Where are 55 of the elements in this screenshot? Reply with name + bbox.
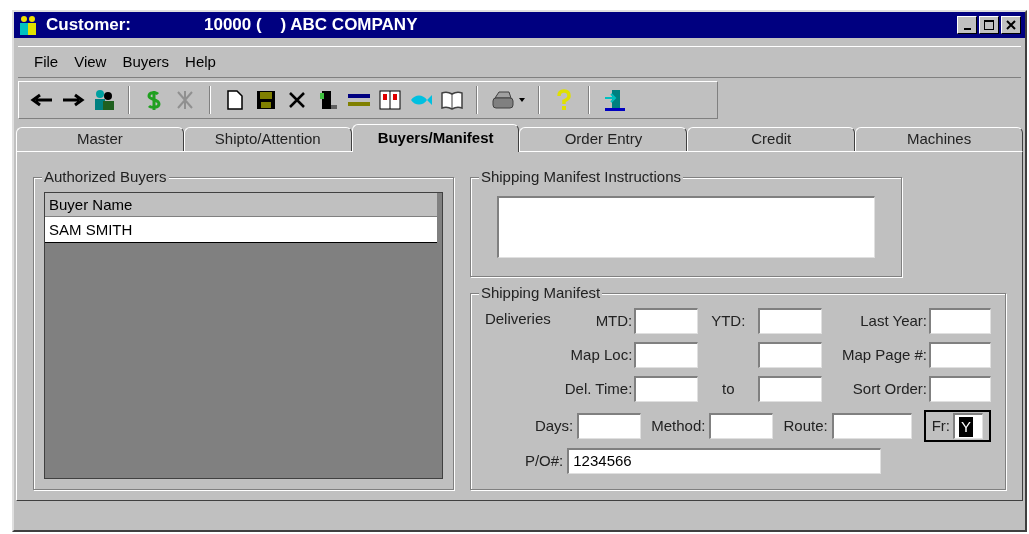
field-label: Sort Order: — [851, 378, 927, 399]
input-field[interactable] — [929, 376, 991, 402]
menu-item[interactable]: Help — [185, 50, 216, 74]
field-label: MTD: — [594, 310, 633, 331]
input-field[interactable] — [831, 413, 912, 439]
tab[interactable]: Master — [16, 127, 184, 151]
group-title: Shipping Manifest — [478, 284, 603, 302]
tab[interactable]: Shipto/Attention — [183, 127, 352, 151]
tab[interactable]: Buyers/Manifest — [351, 124, 520, 152]
field-label: Del. Time: — [564, 378, 633, 399]
minimize-icon — [963, 27, 971, 30]
input-field[interactable] — [634, 342, 699, 368]
caret-icon — [519, 98, 525, 102]
close-button[interactable] — [1001, 16, 1021, 34]
tab[interactable]: Machines — [855, 127, 1023, 151]
group-title: Shipping Manifest Instructions — [478, 168, 684, 186]
tab[interactable]: Credit — [687, 127, 856, 151]
field-label: Route: — [783, 415, 828, 436]
field-label: Fr: — [931, 415, 950, 436]
field-label: to — [721, 378, 736, 399]
field-label: Days: — [534, 415, 574, 436]
field-label: YTD: — [710, 310, 747, 331]
field-label: Map Loc: — [569, 344, 633, 365]
input-field[interactable] — [577, 413, 642, 439]
input-field[interactable] — [758, 308, 823, 334]
tab[interactable]: Order Entry — [519, 127, 688, 151]
field-label: Deliveries — [484, 309, 552, 329]
menu-item[interactable]: View — [74, 50, 107, 74]
input-field[interactable]: 1234566 — [567, 448, 882, 474]
column-header[interactable]: Buyer Name — [45, 193, 437, 217]
printer-icon — [491, 90, 515, 110]
input-field[interactable] — [634, 376, 699, 402]
input-field[interactable] — [634, 308, 699, 334]
instructions-field[interactable] — [496, 196, 875, 258]
menu-item[interactable]: File — [34, 50, 59, 74]
maximize-icon — [984, 20, 994, 30]
field-label: Method: — [651, 415, 706, 436]
list-row[interactable]: SAM SMITH — [45, 217, 437, 243]
field-label: P/O#: — [524, 450, 564, 471]
input-field[interactable] — [929, 308, 991, 334]
input-field[interactable] — [709, 413, 774, 439]
window-title-label: Customer: — [46, 14, 132, 37]
input-field[interactable] — [758, 376, 823, 402]
maximize-button[interactable] — [979, 16, 999, 34]
menu-item[interactable]: Buyers — [122, 50, 170, 74]
minimize-button[interactable] — [957, 16, 977, 34]
group-title: Authorized Buyers — [42, 168, 169, 186]
field-label: Last Year: — [859, 310, 927, 331]
window-title: 10000 ( ) ABC COMPANY — [204, 14, 418, 37]
field-label: Map Page #: — [840, 344, 927, 365]
input-field[interactable]: Y — [953, 413, 983, 439]
people-icon — [18, 14, 38, 36]
close-icon — [1006, 20, 1016, 30]
input-field[interactable] — [758, 342, 823, 368]
input-field[interactable] — [929, 342, 991, 368]
